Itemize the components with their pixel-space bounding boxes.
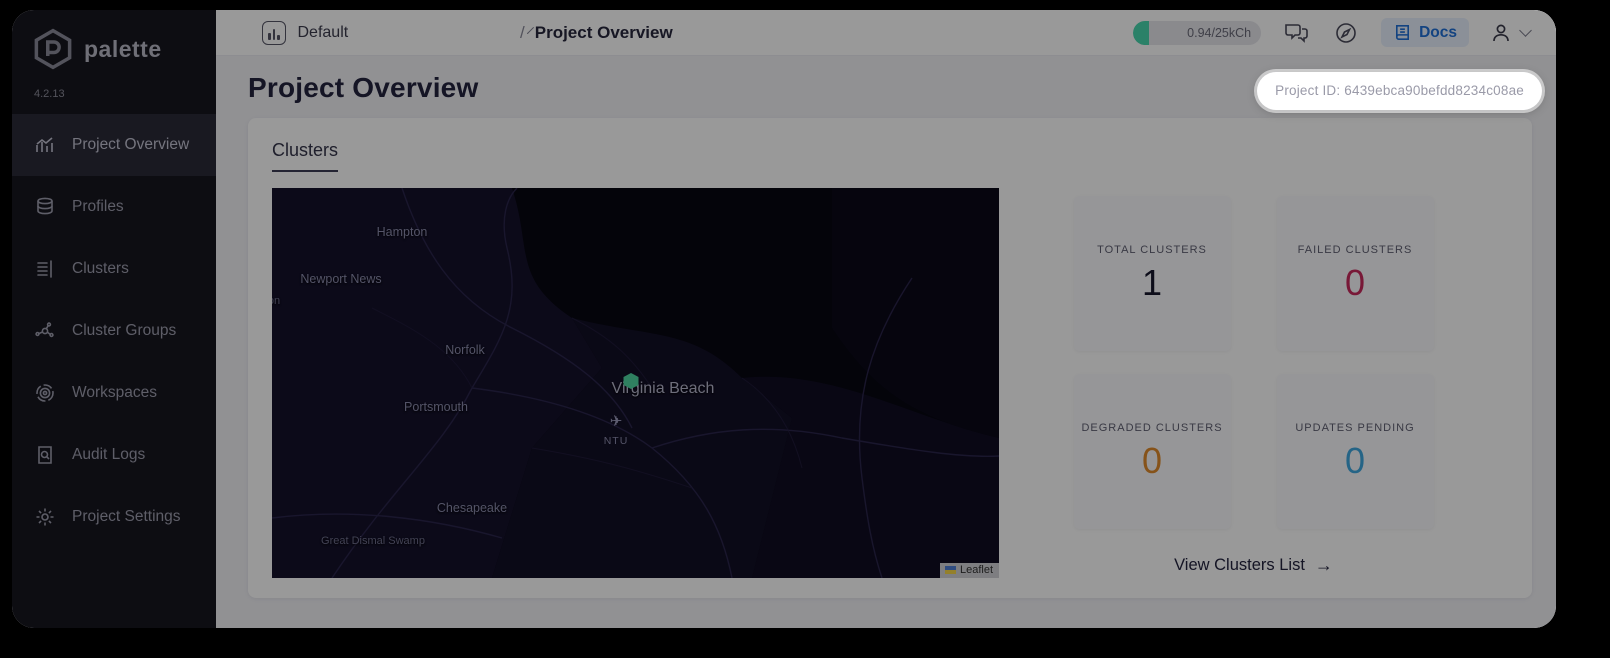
map-city-label: Hampton bbox=[376, 225, 428, 239]
brand-name: palette bbox=[84, 35, 162, 62]
sidebar-item-label: Cluster Groups bbox=[72, 322, 177, 339]
airport-code: NTU bbox=[603, 435, 629, 447]
sidebar-item-label: Audit Logs bbox=[72, 446, 146, 463]
map-city-label: Portsmouth bbox=[404, 400, 468, 414]
sidebar: palette 4.2.13 Project Overview Profiles bbox=[12, 10, 216, 628]
main-area: Default / Project Overview 0.94/25kCh Do… bbox=[216, 10, 1556, 628]
project-id-tooltip[interactable]: Project ID: 6439ebca90befdd8234c08ae bbox=[1257, 72, 1542, 110]
clusters-map[interactable]: Hampton Newport News llton Norfolk Virgi… bbox=[272, 188, 999, 578]
stat-label: FAILED CLUSTERS bbox=[1297, 243, 1413, 256]
ukraine-flag-icon bbox=[944, 566, 956, 574]
user-avatar-icon bbox=[1493, 24, 1509, 41]
help-compass-button[interactable] bbox=[1331, 18, 1361, 48]
concentric-circles-icon bbox=[34, 382, 56, 404]
stat-label: UPDATES PENDING bbox=[1295, 421, 1415, 434]
topbar: Default / Project Overview 0.94/25kCh Do… bbox=[216, 10, 1556, 56]
usage-meter[interactable]: 0.94/25kCh bbox=[1133, 20, 1262, 45]
project-scope-value: Default bbox=[297, 23, 349, 41]
chevron-down-icon bbox=[1519, 24, 1532, 37]
sidebar-item-audit-logs[interactable]: Audit Logs bbox=[12, 424, 216, 486]
database-icon bbox=[34, 196, 56, 218]
app-window: palette 4.2.13 Project Overview Profiles bbox=[12, 10, 1556, 628]
sidebar-item-label: Project Settings bbox=[72, 508, 181, 525]
page-content: Clusters Hampton Newport News n Norfolk … bbox=[216, 118, 1556, 628]
sidebar-item-project-overview[interactable]: Project Overview bbox=[12, 114, 216, 176]
topbar-actions: 0.94/25kCh Docs bbox=[1133, 18, 1532, 48]
palette-hexagon-logo-icon bbox=[34, 28, 72, 70]
sidebar-item-cluster-groups[interactable]: Cluster Groups bbox=[12, 300, 216, 362]
chat-button[interactable] bbox=[1281, 18, 1311, 48]
map-region-label: Great Dismal Swamp bbox=[321, 535, 425, 547]
stat-label: DEGRADED CLUSTERS bbox=[1081, 421, 1223, 434]
sidebar-item-label: Clusters bbox=[72, 260, 129, 277]
sidebar-item-profiles[interactable]: Profiles bbox=[12, 176, 216, 238]
network-nodes-icon bbox=[34, 320, 56, 342]
leaflet-attribution-label: Leaflet bbox=[959, 564, 993, 576]
breadcrumb-separator: / bbox=[520, 22, 525, 42]
sidebar-item-workspaces[interactable]: Workspaces bbox=[12, 362, 216, 424]
stat-value: 0 bbox=[1344, 439, 1366, 481]
sidebar-menu: Project Overview Profiles Clusters Clust… bbox=[12, 114, 216, 548]
stat-label: TOTAL CLUSTERS bbox=[1097, 243, 1207, 256]
tab-clusters[interactable]: Clusters bbox=[272, 140, 339, 172]
project-id-value: Project ID: 6439ebca90befdd8234c08ae bbox=[1275, 83, 1524, 98]
sidebar-item-clusters[interactable]: Clusters bbox=[12, 238, 216, 300]
stats-grid: TOTAL CLUSTERS 1 FAILED CLUSTERS 0 DEGRA… bbox=[1073, 196, 1434, 529]
view-clusters-list-label: View Clusters List bbox=[1174, 556, 1305, 574]
book-icon bbox=[1396, 25, 1410, 40]
bar-chart-icon bbox=[34, 134, 56, 156]
airport-marker: ✈ NTU bbox=[604, 413, 629, 449]
project-scope-icon bbox=[262, 20, 286, 45]
airplane-icon: ✈ bbox=[609, 413, 623, 430]
app-version: 4.2.13 bbox=[34, 88, 65, 100]
usage-meter-fill bbox=[1133, 20, 1150, 45]
gear-icon bbox=[34, 506, 56, 528]
stat-updates-pending: UPDATES PENDING 0 bbox=[1276, 374, 1434, 529]
server-list-icon bbox=[34, 258, 56, 280]
usage-meter-value: 0.94/25kCh bbox=[1187, 25, 1252, 40]
user-menu[interactable] bbox=[1489, 21, 1532, 45]
sidebar-item-label: Workspaces bbox=[72, 384, 157, 401]
stat-total-clusters: TOTAL CLUSTERS 1 bbox=[1073, 196, 1231, 351]
docs-button[interactable]: Docs bbox=[1381, 18, 1469, 47]
cluster-stats: TOTAL CLUSTERS 1 FAILED CLUSTERS 0 DEGRA… bbox=[999, 188, 1508, 578]
breadcrumb-current: Project Overview bbox=[534, 22, 673, 42]
map-attribution[interactable]: Leaflet bbox=[939, 563, 999, 578]
clusters-card: Clusters Hampton Newport News n Norfolk … bbox=[248, 118, 1532, 598]
document-search-icon bbox=[34, 444, 56, 466]
stat-degraded-clusters: DEGRADED CLUSTERS 0 bbox=[1073, 374, 1231, 529]
stat-value: 0 bbox=[1141, 439, 1163, 481]
stat-value: 1 bbox=[1141, 261, 1163, 303]
docs-button-label: Docs bbox=[1419, 23, 1457, 41]
chat-bubbles-icon bbox=[1285, 23, 1308, 43]
compass-icon bbox=[1336, 22, 1356, 43]
stat-failed-clusters: FAILED CLUSTERS 0 bbox=[1276, 196, 1434, 351]
map-city-label: Chesapeake bbox=[436, 501, 508, 515]
clusters-card-body: Hampton Newport News llton Norfolk Virgi… bbox=[272, 188, 1508, 578]
arrow-right-icon: → bbox=[1314, 555, 1333, 575]
map-city-label: llton bbox=[272, 295, 281, 307]
sidebar-item-project-settings[interactable]: Project Settings bbox=[12, 486, 216, 548]
map-city-label: Norfolk bbox=[445, 343, 485, 357]
sidebar-item-label: Profiles bbox=[72, 198, 124, 215]
stat-value: 0 bbox=[1344, 261, 1366, 303]
view-clusters-list-link[interactable]: View Clusters List → bbox=[1174, 555, 1333, 576]
map-city-label: Newport News bbox=[300, 272, 382, 286]
breadcrumb: / Project Overview bbox=[520, 23, 673, 43]
project-scope-selector[interactable]: Default bbox=[262, 20, 535, 45]
brand-logo[interactable]: palette bbox=[12, 10, 216, 74]
sidebar-item-label: Project Overview bbox=[72, 136, 190, 153]
